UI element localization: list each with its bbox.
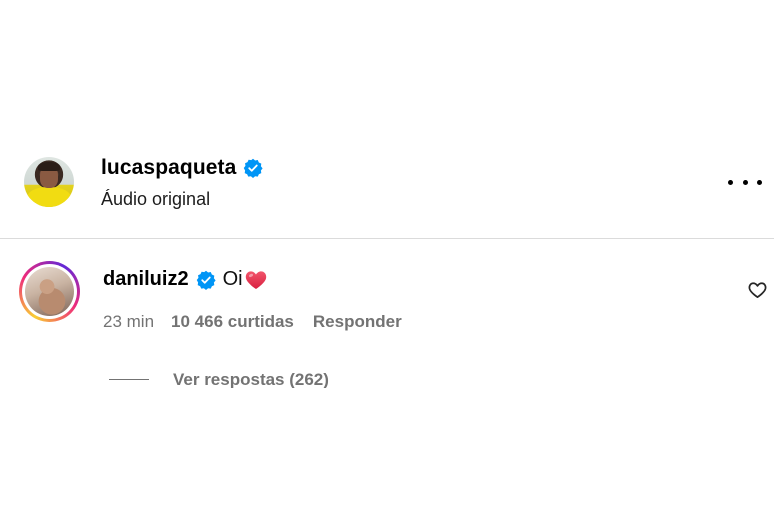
replies-divider-line xyxy=(109,378,149,380)
comment-text: Oi xyxy=(222,268,243,290)
comment-author-username[interactable]: daniluiz2 xyxy=(103,268,189,291)
reply-button[interactable]: Responder xyxy=(313,312,402,332)
more-horizontal-icon-dot xyxy=(757,179,762,185)
comment-meta: 23 min 10 466 curtidas Responder xyxy=(103,312,402,332)
post-audio-label[interactable]: Áudio original xyxy=(101,189,210,210)
heart-emoji-icon xyxy=(245,270,266,289)
more-options-button[interactable] xyxy=(728,172,762,192)
comment-likes-count[interactable]: 10 466 curtidas xyxy=(171,312,294,332)
view-replies[interactable]: Ver respostas (262) xyxy=(109,368,329,388)
comment-author-avatar-ring[interactable] xyxy=(19,261,80,322)
avatar-shirt xyxy=(27,187,71,207)
comment-author-avatar[interactable] xyxy=(25,267,74,316)
heart-outline-icon[interactable] xyxy=(748,281,767,299)
more-horizontal-icon-dot xyxy=(742,179,748,185)
view-replies-label[interactable]: Ver respostas (262) xyxy=(173,370,329,388)
more-horizontal-icon xyxy=(728,179,733,185)
post-author-avatar[interactable] xyxy=(24,157,74,207)
comment-timestamp: 23 min xyxy=(103,312,155,331)
verified-badge-icon xyxy=(196,270,216,290)
avatar-hair xyxy=(38,162,60,171)
comment-body: daniluiz2 Oi xyxy=(103,268,267,291)
post-author-username[interactable]: lucaspaqueta xyxy=(101,156,236,180)
post-author-row: lucaspaqueta xyxy=(101,156,264,180)
avatar-ring-gap xyxy=(22,264,77,319)
divider xyxy=(0,238,774,239)
post-header: lucaspaqueta Áudio original xyxy=(0,140,774,238)
verified-badge-icon xyxy=(244,158,264,178)
